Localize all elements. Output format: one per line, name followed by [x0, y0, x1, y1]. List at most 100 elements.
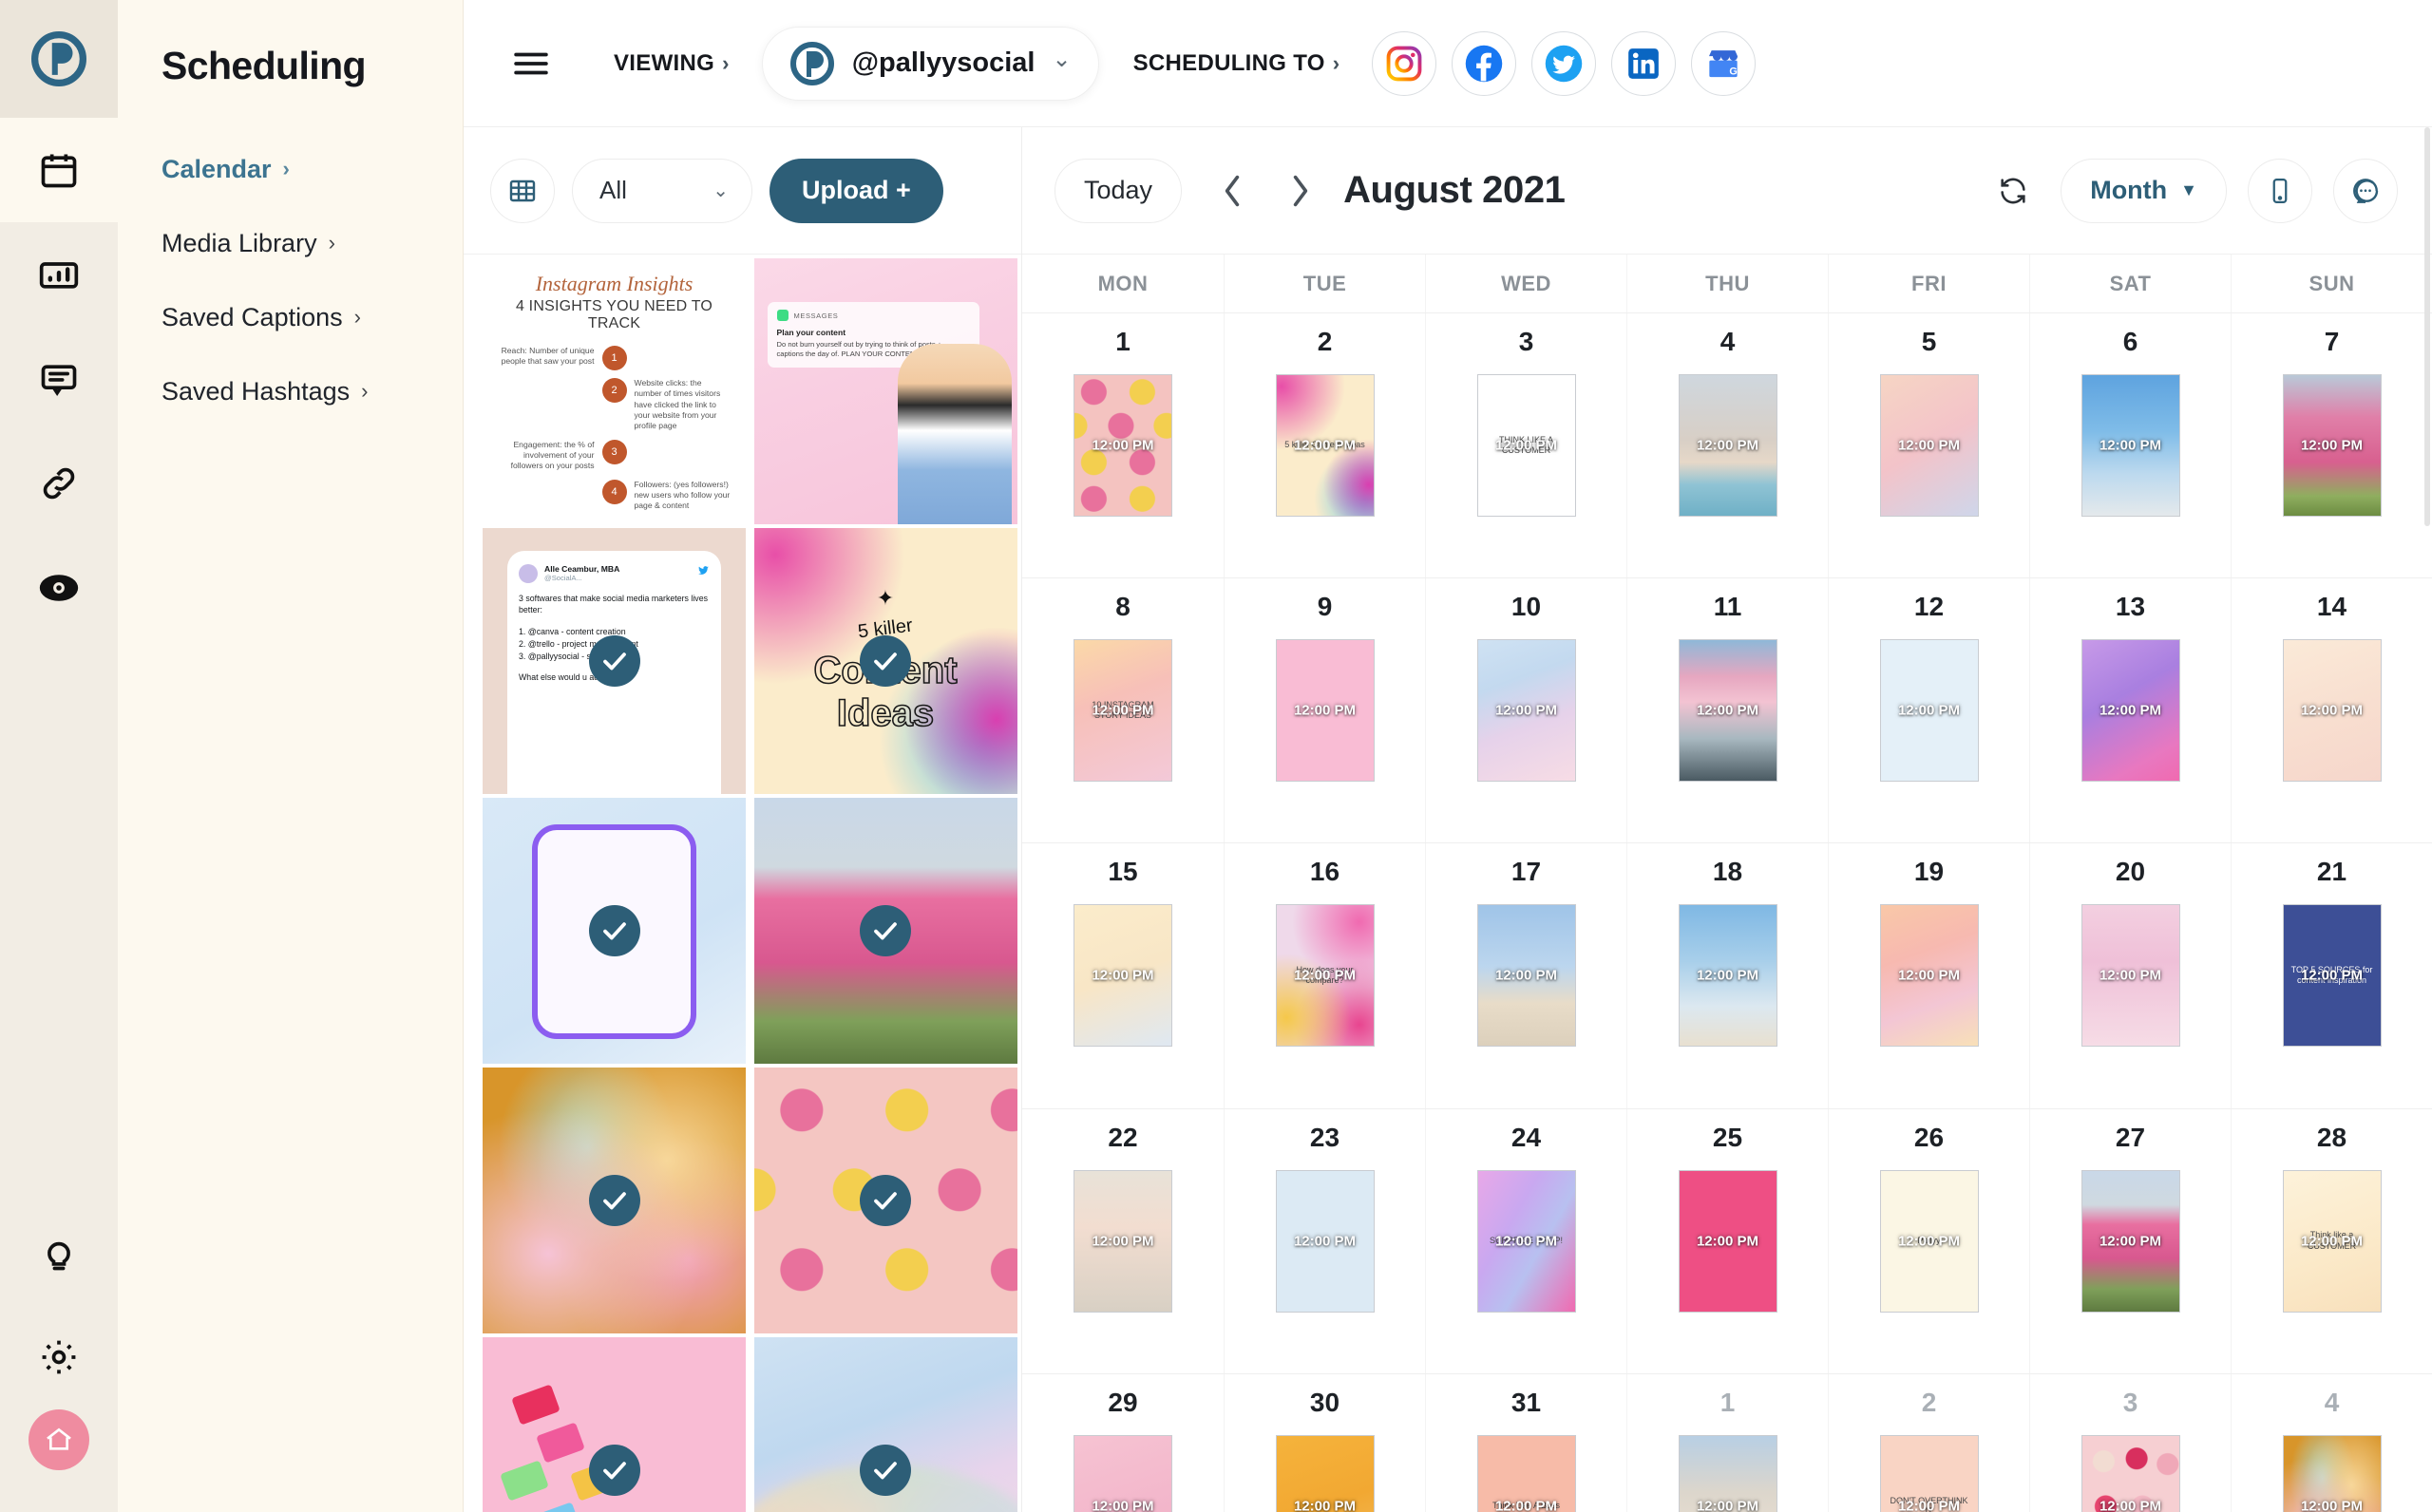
today-button[interactable]: Today — [1054, 158, 1183, 223]
calendar-day-cell[interactable]: 10 12:00 PM — [1425, 578, 1626, 843]
media-selected-check[interactable] — [860, 635, 911, 687]
calendar-day-cell[interactable]: 18 12:00 PM — [1626, 843, 1828, 1108]
media-selected-check[interactable] — [588, 905, 640, 956]
calendar-day-cell[interactable]: 24 SURPRISE DROP! 12:00 PM — [1425, 1108, 1626, 1373]
scheduled-post[interactable]: Pallyy 12:00 PM — [1879, 1169, 1979, 1313]
scheduled-post[interactable]: 12:00 PM — [2080, 639, 2180, 783]
scheduled-post[interactable]: 12:00 PM — [1275, 1434, 1375, 1512]
calendar-day-cell[interactable]: 19 12:00 PM — [1828, 843, 2029, 1108]
scheduled-post[interactable]: 12:00 PM — [1879, 639, 1979, 783]
upload-button[interactable]: Upload + — [770, 158, 943, 223]
calendar-day-cell[interactable]: 20 12:00 PM — [2029, 843, 2231, 1108]
media-selected-check[interactable] — [588, 1445, 640, 1496]
rail-item-calendar[interactable] — [0, 118, 118, 222]
scheduled-post[interactable]: 12:00 PM — [1879, 374, 1979, 517]
rail-item-discover[interactable] — [0, 536, 118, 640]
media-item[interactable] — [753, 798, 1017, 1064]
chat-button[interactable] — [2333, 158, 2398, 223]
calendar-day-cell[interactable]: 11 12:00 PM — [1626, 578, 1828, 843]
scheduled-post[interactable]: 12:00 PM — [1074, 1434, 1172, 1512]
media-selected-check[interactable] — [588, 635, 640, 687]
calendar-day-cell[interactable]: 8 10 INSTAGRAM STORY IDEAS 12:00 PM — [1022, 578, 1224, 842]
media-item[interactable]: Alle Ceambur, MBA @SocialA... 3 software… — [483, 528, 746, 794]
account-selector[interactable]: @pallyysocial ⌄ — [761, 26, 1099, 101]
media-item[interactable] — [753, 1068, 1017, 1333]
scheduled-post[interactable]: 12:00 PM — [1879, 904, 1979, 1048]
scheduled-post[interactable]: DON'T OVERTHINK IT 12:00 PM — [1879, 1434, 1979, 1512]
calendar-day-cell[interactable]: 26 Pallyy 12:00 PM — [1828, 1108, 2029, 1373]
scheduled-post[interactable]: How does your compare? 12:00 PM — [1275, 904, 1375, 1048]
scheduled-post[interactable]: 12:00 PM — [2080, 1169, 2180, 1313]
scheduled-post[interactable]: 12:00 PM — [1678, 1434, 1777, 1512]
media-selected-check[interactable] — [860, 905, 911, 956]
view-mode-select[interactable]: Month ▼ — [2061, 158, 2227, 223]
rail-item-analytics[interactable] — [0, 222, 118, 327]
calendar-day-cell[interactable]: 5 12:00 PM — [1828, 313, 2029, 578]
scheduled-post[interactable]: 12:00 PM — [1476, 904, 1576, 1048]
media-item[interactable]: ✦ 5 killer Content Ideas — [753, 528, 1017, 794]
calendar-day-cell[interactable]: 6 12:00 PM — [2029, 313, 2231, 578]
grid-view-button[interactable] — [490, 158, 555, 223]
calendar-day-cell[interactable]: 2 DON'T OVERTHINK IT 12:00 PM — [1828, 1373, 2029, 1512]
hamburger-menu-button[interactable] — [496, 34, 566, 93]
media-selected-check[interactable] — [860, 1445, 911, 1496]
channel-google-business[interactable]: G — [1691, 30, 1757, 96]
scheduling-to-selector[interactable]: SCHEDULING TO › — [1133, 50, 1340, 77]
calendar-day-cell[interactable]: 9 12:00 PM — [1224, 578, 1425, 843]
calendar-day-cell[interactable]: 21 TOP 5 SOURCES for content inspiration 1… — [2231, 843, 2432, 1108]
scheduled-post[interactable]: 12:00 PM — [2282, 1434, 2382, 1512]
calendar-day-cell[interactable]: 3 THINK LIKE A CUSTOMER 12:00 PM — [1425, 313, 1626, 578]
media-item[interactable]: MESSAGES Plan your content Do not burn y… — [753, 258, 1017, 524]
calendar-day-cell[interactable]: 3 12:00 PM — [2029, 1373, 2231, 1512]
calendar-day-cell[interactable]: 31 Think Like A Boss 12:00 PM — [1425, 1373, 1626, 1512]
scheduled-post[interactable]: Think Like A Boss 12:00 PM — [1476, 1434, 1576, 1512]
scheduled-post[interactable]: 12:00 PM — [1275, 639, 1375, 783]
sidebar-item-media-library[interactable]: Media Library › — [118, 206, 463, 280]
prev-month-button[interactable] — [1203, 161, 1262, 220]
scheduled-post[interactable]: 12:00 PM — [1074, 374, 1172, 517]
media-selected-check[interactable] — [860, 1175, 911, 1226]
calendar-day-cell[interactable]: 2 5 killer Content Ideas 12:00 PM — [1224, 313, 1425, 578]
calendar-day-cell[interactable]: 4 12:00 PM — [2231, 1373, 2432, 1512]
scheduled-post[interactable]: 12:00 PM — [2282, 639, 2382, 783]
scheduled-post[interactable]: 10 INSTAGRAM STORY IDEAS 12:00 PM — [1074, 639, 1172, 783]
rail-item-comments[interactable] — [0, 327, 118, 431]
scheduled-post[interactable]: THINK LIKE A CUSTOMER 12:00 PM — [1476, 374, 1576, 517]
rail-item-settings[interactable] — [0, 1305, 118, 1409]
media-selected-check[interactable] — [588, 1175, 640, 1226]
calendar-day-cell[interactable]: 14 12:00 PM — [2231, 578, 2432, 843]
scheduled-post[interactable]: 12:00 PM — [1074, 1169, 1172, 1313]
scheduled-post[interactable]: 12:00 PM — [2080, 1434, 2180, 1512]
calendar-day-cell[interactable]: 17 12:00 PM — [1425, 843, 1626, 1108]
media-item[interactable] — [483, 798, 746, 1064]
scheduled-post[interactable]: 12:00 PM — [1275, 1169, 1375, 1313]
pallyy-logo[interactable] — [0, 0, 118, 118]
calendar-day-cell[interactable]: 29 12:00 PM — [1022, 1374, 1224, 1512]
scheduled-post[interactable]: 12:00 PM — [1476, 639, 1576, 783]
calendar-day-cell[interactable]: 23 12:00 PM — [1224, 1108, 1425, 1373]
channel-facebook[interactable] — [1452, 30, 1517, 96]
rail-item-link[interactable] — [0, 431, 118, 536]
scheduled-post[interactable]: TOP 5 SOURCES for content inspiration 12:… — [2282, 904, 2382, 1048]
calendar-day-cell[interactable]: 4 12:00 PM — [1626, 313, 1828, 578]
scheduled-post[interactable]: 5 killer Content Ideas 12:00 PM — [1275, 374, 1375, 517]
viewing-selector[interactable]: VIEWING › — [614, 50, 730, 77]
calendar-day-cell[interactable]: 30 12:00 PM — [1224, 1373, 1425, 1512]
calendar-day-cell[interactable]: 16 How does your compare? 12:00 PM — [1224, 843, 1425, 1108]
scheduled-post[interactable]: 12:00 PM — [2080, 904, 2180, 1048]
calendar-day-cell[interactable]: 1 12:00 PM — [1022, 313, 1224, 577]
media-item[interactable]: Instagram Insights 4 INSIGHTS YOU NEED T… — [483, 258, 746, 524]
scheduled-post[interactable]: 12:00 PM — [1678, 374, 1777, 517]
sidebar-item-calendar[interactable]: Calendar › — [118, 132, 463, 206]
rail-item-ideas[interactable] — [0, 1200, 118, 1305]
calendar-day-cell[interactable]: 22 12:00 PM — [1022, 1109, 1224, 1373]
calendar-day-cell[interactable]: 7 12:00 PM — [2231, 313, 2432, 578]
media-item[interactable] — [483, 1068, 746, 1333]
channel-instagram[interactable] — [1372, 30, 1437, 96]
calendar-day-cell[interactable]: 25 12:00 PM — [1626, 1108, 1828, 1373]
next-month-button[interactable] — [1271, 161, 1330, 220]
sidebar-item-saved-captions[interactable]: Saved Captions › — [118, 280, 463, 354]
calendar-day-cell[interactable]: 12 12:00 PM — [1828, 578, 2029, 843]
calendar-day-cell[interactable]: 1 12:00 PM — [1626, 1373, 1828, 1512]
media-item[interactable] — [483, 1337, 746, 1512]
